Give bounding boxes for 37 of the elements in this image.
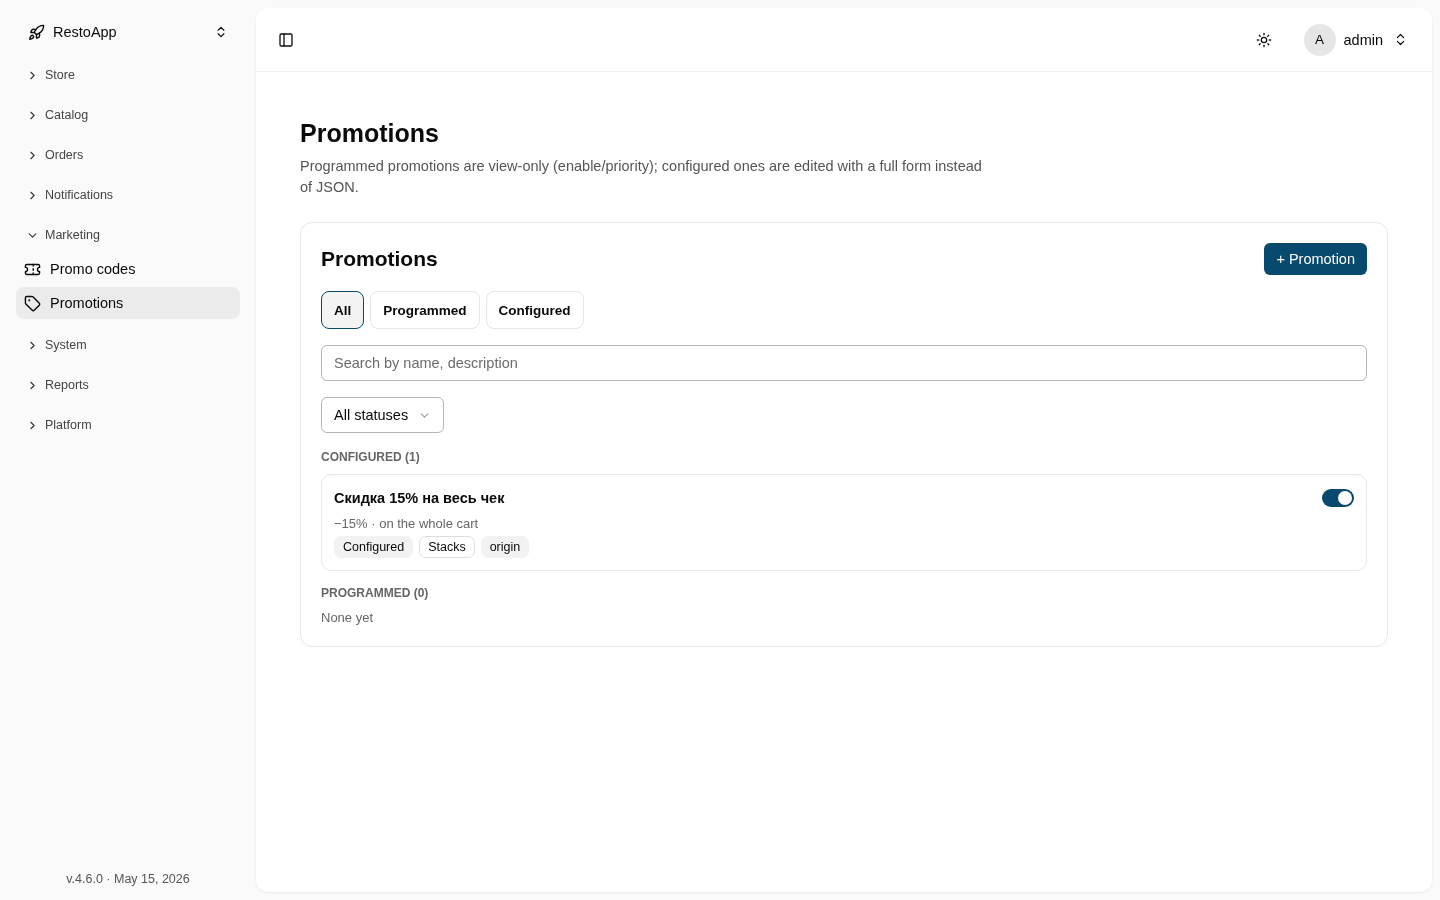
page-title: Promotions [300,118,440,149]
toggle-switch[interactable] [1322,489,1354,507]
nav-group[interactable]: Catalog [16,95,240,135]
nav-group[interactable]: System [16,325,240,365]
promotion-summary: −15% · on the whole cart [334,516,480,532]
filter-tab[interactable]: Programmed [370,291,480,329]
rocket-icon [28,23,45,41]
nav-group[interactable]: Notifications [16,175,240,215]
nav-item[interactable]: Promotions [16,287,240,319]
nav-group[interactable]: Store [16,55,240,95]
nav-group[interactable]: Orders [16,135,240,175]
panel-left-icon [278,31,294,48]
sun-icon [1255,31,1272,48]
nav-group[interactable]: Platform [16,405,240,445]
section-heading: CONFIGURED (1) [321,449,421,465]
brand-name: RestoApp [53,24,118,40]
add-promotion-button[interactable]: + Promotion [1264,243,1367,275]
tag-icon [24,294,41,312]
version-text: v.4.6.0 · May 15, 2026 [65,872,191,886]
section-heading: PROGRAMMED (0) [321,585,430,601]
tag: Stacks [419,536,475,558]
tag: Configured [334,536,414,558]
filter-tab[interactable]: Configured [485,291,584,329]
nav-item[interactable]: Promo codes [16,253,240,285]
user-menu-button[interactable]: A admin [1299,19,1416,60]
page-description: Programmed promotions are view-only (enable/priority); configured ones are edited with a full form instead of JSON. [300,157,983,197]
avatar: A [1303,23,1336,56]
status-select[interactable]: All statuses [321,397,445,433]
filter-tab[interactable]: All [321,291,365,329]
promotion-name: Скидка 15% на весь чек [334,489,506,507]
nav-group[interactable]: Reports [16,365,240,405]
brand-switcher[interactable]: RestoApp [16,16,240,48]
nav-group[interactable]: Marketing [16,215,240,255]
panel-title: Promotions [321,247,438,271]
search-field[interactable]: Search by name, description [321,345,1367,381]
empty-text: None yet [321,610,375,626]
tag: origin [480,536,530,558]
